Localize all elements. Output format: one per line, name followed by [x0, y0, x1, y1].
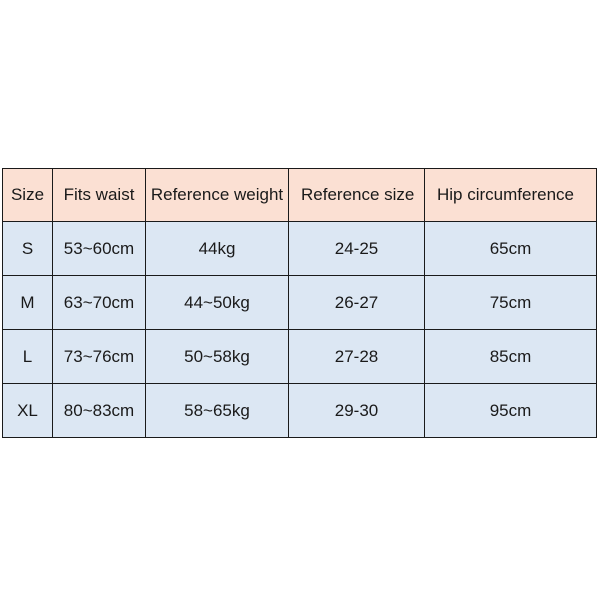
column-header-size: Size [2, 168, 53, 222]
cell-reference-size: 27-28 [288, 329, 425, 384]
cell-size: XL [2, 383, 53, 438]
cell-fits-waist: 73~76cm [52, 329, 146, 384]
cell-reference-weight: 44~50kg [145, 275, 289, 330]
column-header-hip-circumference: Hip circumference [424, 168, 597, 222]
table-header: Size Fits waist Reference weight Referen… [2, 168, 597, 222]
size-chart-table: Size Fits waist Reference weight Referen… [2, 168, 597, 438]
cell-reference-size: 29-30 [288, 383, 425, 438]
size-chart-container: Size Fits waist Reference weight Referen… [2, 168, 597, 438]
table-body: S 53~60cm 44kg 24-25 65cm M 63~70cm 44~5… [2, 221, 597, 438]
cell-size: L [2, 329, 53, 384]
cell-size: M [2, 275, 53, 330]
cell-hip-circumference: 75cm [424, 275, 597, 330]
cell-reference-weight: 44kg [145, 221, 289, 276]
cell-fits-waist: 63~70cm [52, 275, 146, 330]
cell-hip-circumference: 65cm [424, 221, 597, 276]
column-header-reference-weight: Reference weight [145, 168, 289, 222]
cell-reference-weight: 58~65kg [145, 383, 289, 438]
table-row: S 53~60cm 44kg 24-25 65cm [2, 221, 597, 276]
column-header-fits-waist: Fits waist [52, 168, 146, 222]
cell-fits-waist: 53~60cm [52, 221, 146, 276]
cell-hip-circumference: 95cm [424, 383, 597, 438]
cell-reference-weight: 50~58kg [145, 329, 289, 384]
cell-fits-waist: 80~83cm [52, 383, 146, 438]
table-row: M 63~70cm 44~50kg 26-27 75cm [2, 275, 597, 330]
cell-size: S [2, 221, 53, 276]
cell-reference-size: 26-27 [288, 275, 425, 330]
table-row: XL 80~83cm 58~65kg 29-30 95cm [2, 383, 597, 438]
column-header-reference-size: Reference size [288, 168, 425, 222]
cell-reference-size: 24-25 [288, 221, 425, 276]
cell-hip-circumference: 85cm [424, 329, 597, 384]
table-row: L 73~76cm 50~58kg 27-28 85cm [2, 329, 597, 384]
table-header-row: Size Fits waist Reference weight Referen… [2, 168, 597, 222]
